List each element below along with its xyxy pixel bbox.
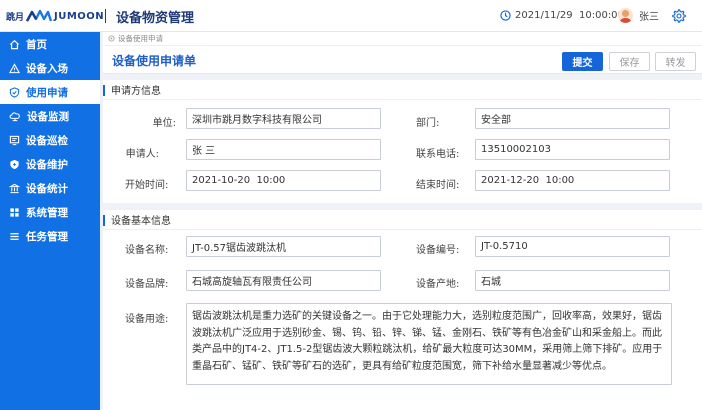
monitor-icon	[9, 111, 20, 121]
avatar	[618, 8, 633, 23]
logo-en-text: JUMOON	[54, 10, 105, 22]
sidebar: 首页 设备入场 使用申请 设备监测 设备巡检 设备维护 设备统计 系统管理 任务…	[0, 32, 100, 410]
device-brand-label: 设备品牌:	[125, 279, 169, 290]
device-origin-field[interactable]: 石城	[475, 270, 670, 291]
device-form: 设备名称: JT-0.57锯齿波跳汰机 设备编号: JT-0.5710 设备品牌…	[103, 230, 702, 410]
applicant-form: 单位: 深圳市跳月数字科技有限公司 部门: 安全部 申请人: 张 三 联系电话:…	[103, 100, 702, 203]
end-time-label: 结束时间:	[416, 180, 460, 191]
sidebar-item-label: 设备统计	[26, 182, 68, 195]
main-content: 设备使用申请 设备使用申请单 提交 保存 转发 申请方信息 单位: 深圳市跳月数…	[103, 32, 702, 410]
phone-field[interactable]: 13510002103	[475, 139, 670, 160]
header-divider	[105, 9, 106, 23]
brand-logo[interactable]: 跳月 JUMOON	[6, 8, 104, 24]
user-name: 张三	[639, 12, 659, 23]
sidebar-item-maintain[interactable]: 设备维护	[0, 152, 100, 176]
logo-cn-text: 跳月	[6, 12, 25, 23]
device-name-label: 设备名称:	[125, 245, 169, 256]
device-origin-label: 设备产地:	[416, 279, 460, 290]
app-title: 设备物资管理	[116, 11, 195, 26]
list-icon	[10, 232, 19, 240]
datetime-display: 2021/11/29 10:00:00	[500, 10, 624, 21]
location-icon	[108, 35, 115, 42]
phone-label: 联系电话:	[416, 149, 460, 160]
sidebar-item-stats[interactable]: 设备统计	[0, 176, 100, 200]
inspect-icon	[9, 135, 20, 145]
sidebar-item-inspect[interactable]: 设备巡检	[0, 128, 100, 152]
device-code-label: 设备编号:	[416, 245, 460, 256]
end-time-field[interactable]: 2021-12-20 10:00	[475, 170, 670, 191]
breadcrumb-text: 设备使用申请	[118, 34, 163, 43]
device-name-field[interactable]: JT-0.57锯齿波跳汰机	[186, 236, 381, 257]
section-title-text: 申请方信息	[111, 86, 161, 97]
device-usage-label: 设备用途:	[125, 314, 169, 325]
sidebar-item-label: 首页	[26, 38, 47, 51]
sidebar-item-system[interactable]: 系统管理	[0, 200, 100, 224]
shield-icon	[9, 86, 20, 98]
sidebar-item-home[interactable]: 首页	[0, 32, 100, 56]
unit-label: 单位:	[152, 118, 176, 129]
device-code-field[interactable]: JT-0.5710	[475, 236, 670, 257]
page-title: 设备使用申请单	[112, 54, 197, 68]
grid-icon	[10, 207, 19, 217]
top-bar: 跳月 JUMOON 设备物资管理 2021/11/29 10:00:00 张三	[0, 0, 702, 32]
sidebar-item-entry[interactable]: 设备入场	[0, 56, 100, 80]
applicant-section-title: 申请方信息	[103, 80, 702, 100]
forward-button[interactable]: 转发	[655, 52, 696, 71]
sidebar-item-label: 任务管理	[26, 230, 68, 243]
sidebar-item-label: 设备维护	[26, 158, 68, 171]
sidebar-item-apply[interactable]: 使用申请	[0, 80, 100, 104]
sidebar-item-monitor[interactable]: 设备监测	[0, 104, 100, 128]
warning-icon	[9, 62, 20, 73]
start-time-field[interactable]: 2021-10-20 10:00	[186, 170, 381, 191]
logo-mark-icon	[26, 9, 53, 22]
dept-label: 部门:	[416, 118, 440, 129]
device-section-title: 设备基本信息	[103, 210, 702, 230]
user-menu[interactable]: 张三	[618, 8, 659, 23]
stats-icon	[9, 183, 20, 193]
submit-button[interactable]: 提交	[562, 52, 603, 71]
datetime-text: 2021/11/29 10:00:00	[515, 10, 624, 21]
applicant-field[interactable]: 张 三	[186, 139, 381, 160]
section-gap	[103, 203, 702, 210]
gear-icon[interactable]	[672, 9, 686, 23]
sidebar-item-label: 使用申请	[26, 86, 68, 99]
unit-field[interactable]: 深圳市跳月数字科技有限公司	[186, 108, 381, 129]
device-brand-field[interactable]: 石城高旋轴瓦有限责任公司	[186, 270, 381, 291]
form-panel: 设备使用申请单 提交 保存 转发 申请方信息 单位: 深圳市跳月数字科技有限公司…	[103, 45, 702, 410]
sidebar-item-label: 设备巡检	[26, 134, 68, 147]
applicant-label: 申请人:	[125, 149, 159, 160]
maintain-icon	[10, 159, 19, 169]
sidebar-item-label: 系统管理	[26, 206, 68, 219]
save-button[interactable]: 保存	[609, 52, 650, 71]
device-usage-textarea[interactable]: 锯齿波跳汰机是重力选矿的关键设备之一。由于它处理能力大，选别粒度范围广，回收率高…	[186, 303, 672, 385]
sidebar-item-label: 设备入场	[26, 62, 68, 75]
home-icon	[9, 39, 20, 49]
sidebar-item-tasks[interactable]: 任务管理	[0, 224, 100, 248]
sidebar-item-label: 设备监测	[27, 110, 69, 123]
breadcrumb: 设备使用申请	[103, 32, 702, 45]
page-header: 设备使用申请单 提交 保存 转发	[103, 45, 702, 74]
dept-field[interactable]: 安全部	[475, 108, 670, 129]
start-time-label: 开始时间:	[125, 180, 169, 191]
clock-icon	[500, 10, 511, 21]
section-title-text: 设备基本信息	[111, 216, 171, 227]
